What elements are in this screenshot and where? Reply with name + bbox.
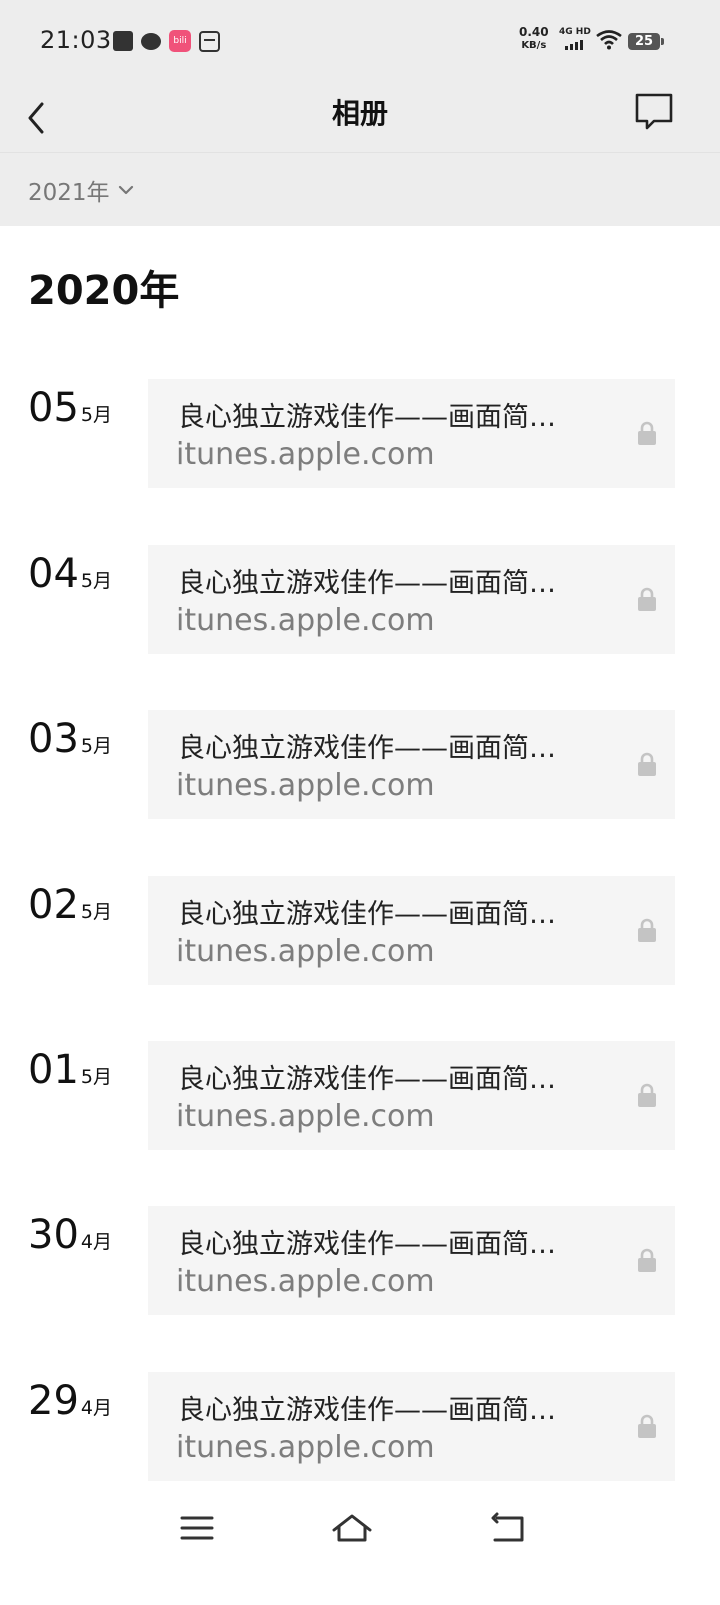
year-selector-dropdown[interactable]: 2021年 — [28, 173, 134, 207]
message-icon — [635, 93, 673, 130]
link-title: 良心独立游戏佳作——画面简… — [178, 402, 556, 433]
post-month: 4月 — [80, 1397, 112, 1419]
chat-bubble-icon — [141, 32, 161, 50]
post-day: 01 — [28, 1047, 79, 1093]
post-month: 5月 — [80, 735, 112, 757]
list-item: 02 5月 良心独立游戏佳作——画面简… itunes.apple.com — [0, 876, 720, 986]
page-title: 相册 — [331, 97, 388, 130]
return-icon — [491, 1512, 524, 1542]
year-filter-bar: 2021年 — [0, 153, 720, 226]
notification-icons: bili — [113, 30, 220, 52]
inbox-icon — [199, 30, 220, 52]
list-item: 29 4月 良心独立游戏佳作——画面简… itunes.apple.com — [0, 1372, 720, 1482]
post-day: 04 — [28, 551, 79, 597]
post-month: 5月 — [80, 901, 112, 923]
year-selector-label: 2021年 — [28, 180, 110, 206]
post-month: 5月 — [80, 1066, 112, 1088]
battery-icon: 25 — [628, 33, 664, 50]
post-month: 4月 — [80, 1231, 112, 1253]
post-day: 05 — [28, 385, 79, 431]
message-button[interactable] — [632, 92, 678, 138]
menu-icon — [180, 1516, 214, 1540]
list-item: 04 5月 良心独立游戏佳作——画面简… itunes.apple.com — [0, 545, 720, 655]
cell-signal-icon — [565, 40, 583, 50]
shared-link-card[interactable]: 良心独立游戏佳作——画面简… itunes.apple.com — [148, 545, 675, 654]
post-month: 5月 — [80, 404, 112, 426]
post-date: 30 4月 — [28, 1212, 112, 1258]
link-url: itunes.apple.com — [176, 1264, 435, 1299]
network-speed: 0.40 KB/s — [519, 26, 549, 52]
lock-icon — [638, 1248, 656, 1272]
shared-link-card[interactable]: 良心独立游戏佳作——画面简… itunes.apple.com — [148, 710, 675, 819]
wifi-icon — [596, 30, 622, 50]
list-item: 30 4月 良心独立游戏佳作——画面简… itunes.apple.com — [0, 1206, 720, 1316]
lock-icon — [638, 587, 656, 611]
shared-link-card[interactable]: 良心独立游戏佳作——画面简… itunes.apple.com — [148, 1372, 675, 1481]
network-speed-unit: KB/s — [521, 40, 547, 51]
shared-link-card[interactable]: 良心独立游戏佳作——画面简… itunes.apple.com — [148, 1041, 675, 1150]
shared-link-card[interactable]: 良心独立游戏佳作——画面简… itunes.apple.com — [148, 1206, 675, 1315]
chevron-down-icon — [118, 185, 133, 195]
post-day: 02 — [28, 882, 79, 928]
link-title: 良心独立游戏佳作——画面简… — [178, 568, 556, 599]
link-title: 良心独立游戏佳作——画面简… — [178, 1395, 556, 1426]
lock-icon — [638, 421, 656, 445]
lock-icon — [638, 1083, 656, 1107]
post-month: 5月 — [80, 570, 112, 592]
system-navigation-bar — [0, 1488, 720, 1605]
lock-icon — [638, 752, 656, 776]
back-nav-button[interactable] — [485, 1508, 535, 1548]
post-date: 29 4月 — [28, 1378, 112, 1424]
post-date: 03 5月 — [28, 716, 112, 762]
year-heading: 2020年 — [28, 268, 180, 314]
home-icon — [332, 1514, 372, 1542]
list-item: 01 5月 良心独立游戏佳作——画面简… itunes.apple.com — [0, 1041, 720, 1151]
home-button[interactable] — [328, 1508, 378, 1548]
post-date: 05 5月 — [28, 385, 112, 431]
status-bar: 21:03 bili 0.40 KB/s 4G HD 25 — [0, 0, 720, 80]
network-speed-value: 0.40 — [519, 25, 549, 39]
signal-type-label: 4G HD — [559, 27, 591, 37]
link-title: 良心独立游戏佳作——画面简… — [178, 1229, 556, 1260]
post-day: 30 — [28, 1212, 79, 1258]
post-date: 02 5月 — [28, 882, 112, 928]
top-nav-bar: 相册 — [0, 80, 720, 153]
list-item: 03 5月 良心独立游戏佳作——画面简… itunes.apple.com — [0, 710, 720, 820]
lock-icon — [638, 918, 656, 942]
post-day: 29 — [28, 1378, 79, 1424]
link-title: 良心独立游戏佳作——画面简… — [178, 899, 556, 930]
shared-link-card[interactable]: 良心独立游戏佳作——画面简… itunes.apple.com — [148, 379, 675, 488]
link-title: 良心独立游戏佳作——画面简… — [178, 1064, 556, 1095]
lock-icon — [638, 1414, 656, 1438]
shared-link-card[interactable]: 良心独立游戏佳作——画面简… itunes.apple.com — [148, 876, 675, 985]
link-url: itunes.apple.com — [176, 934, 435, 969]
notification-square-icon — [113, 31, 133, 51]
link-url: itunes.apple.com — [176, 437, 435, 472]
post-day: 03 — [28, 716, 79, 762]
link-url: itunes.apple.com — [176, 768, 435, 803]
link-url: itunes.apple.com — [176, 1099, 435, 1134]
status-time: 21:03 — [40, 26, 112, 54]
menu-button[interactable] — [175, 1508, 225, 1548]
post-date: 04 5月 — [28, 551, 112, 597]
link-url: itunes.apple.com — [176, 603, 435, 638]
list-item: 05 5月 良心独立游戏佳作——画面简… itunes.apple.com — [0, 379, 720, 489]
post-date: 01 5月 — [28, 1047, 112, 1093]
link-title: 良心独立游戏佳作——画面简… — [178, 733, 556, 764]
link-url: itunes.apple.com — [176, 1430, 435, 1465]
bilibili-app-icon: bili — [169, 30, 191, 52]
